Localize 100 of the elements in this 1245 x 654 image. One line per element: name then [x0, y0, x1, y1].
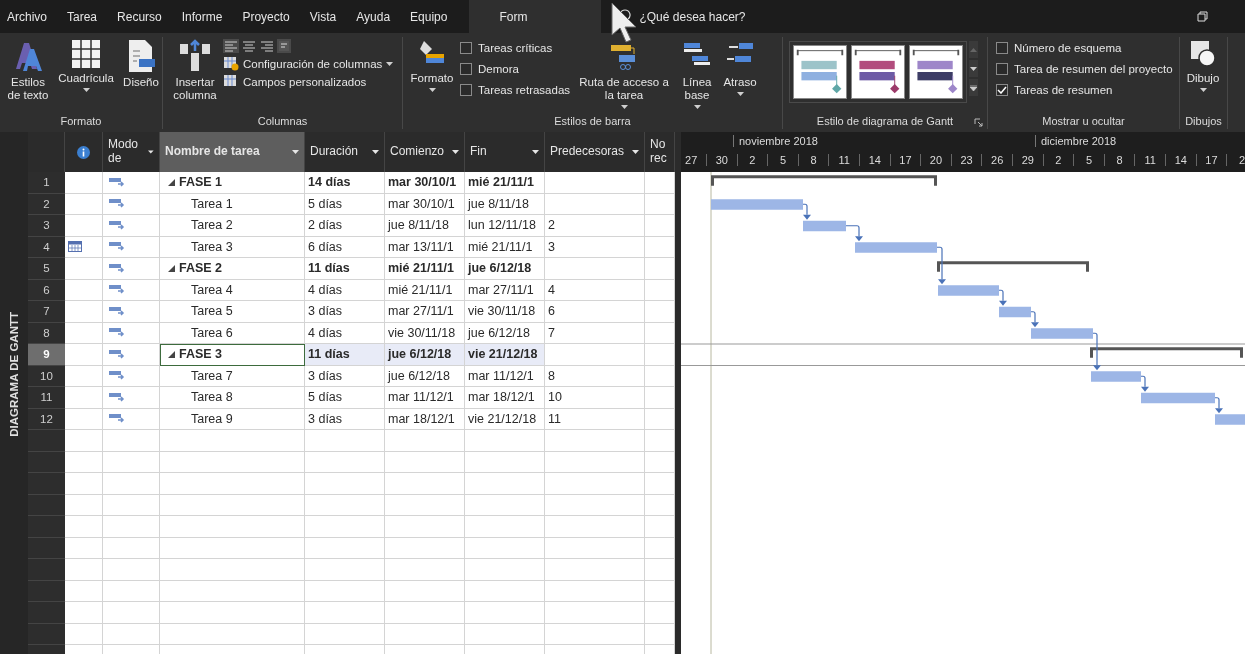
- collapse-icon[interactable]: [168, 178, 175, 186]
- start-date-cell: mar 30/10/1: [385, 172, 465, 194]
- ribbon-button[interactable]: Cuadrícula: [55, 37, 117, 95]
- timeline-day: 2: [1226, 154, 1245, 166]
- ribbon-button[interactable]: Diseño: [119, 37, 163, 92]
- task-row[interactable]: 11 Tarea 8 5 días mar 11/12/1 mar 18/12/1 10: [28, 387, 675, 409]
- row-number: 1: [28, 172, 65, 194]
- row-number: 7: [28, 301, 65, 323]
- task-row[interactable]: 4 Tarea 3 6 días mar 13/11/1 mié 21/11/1 3: [28, 236, 675, 258]
- task-name: Tarea 1: [190, 196, 233, 211]
- ribbon-button[interactable]: Configuración de columnas: [223, 56, 394, 71]
- timeline-day: 17: [889, 154, 921, 166]
- duration-cell: 2 días: [305, 215, 385, 237]
- task-row[interactable]: 1 FASE 1 14 días mar 30/10/1 mié 21/11/1: [28, 172, 675, 194]
- timeline-day: 8: [797, 154, 829, 166]
- task-mode-icon: [109, 176, 125, 188]
- table-cell[interactable]: FASE 3: [160, 344, 305, 366]
- checkbox[interactable]: [996, 42, 1008, 54]
- ribbon-tab[interactable]: Form: [469, 0, 602, 33]
- dependency-arrow: [998, 289, 1007, 306]
- checkbox-option[interactable]: Tareas retrasadas: [460, 81, 571, 99]
- checkbox[interactable]: [996, 84, 1008, 96]
- checkbox-option[interactable]: Demora: [460, 60, 571, 78]
- task-row[interactable]: 3 Tarea 2 2 días jue 8/11/18 lun 12/11/18 2: [28, 215, 675, 237]
- drawing-button[interactable]: Dibujo: [1184, 37, 1222, 95]
- column-settings-icon: [223, 56, 239, 71]
- align-left-icon[interactable]: [223, 39, 239, 53]
- align-right-icon[interactable]: [259, 39, 275, 53]
- checkbox[interactable]: [460, 42, 472, 54]
- dialog-launcher-icon[interactable]: [974, 118, 983, 127]
- ribbon-tab[interactable]: Tarea: [57, 0, 108, 33]
- align-center-icon[interactable]: [241, 39, 257, 53]
- table-cell[interactable]: Tarea 5: [160, 301, 305, 323]
- timeline-day: 5: [1073, 154, 1104, 166]
- gantt-style-thumbnail[interactable]: [909, 45, 963, 99]
- column-title: Duración: [310, 145, 359, 159]
- task-name: Tarea 3: [190, 239, 233, 254]
- task-mode-icon: [109, 262, 125, 274]
- ribbon-tab[interactable]: Vista: [299, 0, 347, 33]
- table-cell: [65, 172, 103, 194]
- gantt-style-thumbnail[interactable]: [793, 45, 847, 99]
- task-row[interactable]: 10 Tarea 7 3 días jue 6/12/18 mar 11/12/1 8: [28, 365, 675, 387]
- dependency-arrow: [802, 203, 811, 220]
- ribbon-tab[interactable]: Archivo: [0, 0, 57, 33]
- task-row[interactable]: 9 FASE 3 11 días jue 6/12/18 vie 21/12/18: [28, 344, 675, 366]
- table-icon: [223, 74, 239, 89]
- layout-icon: [126, 39, 156, 73]
- row-number: 8: [28, 322, 65, 344]
- row-number: 4: [28, 236, 65, 258]
- ribbon-button[interactable]: Estilos de texto: [3, 37, 53, 105]
- restore-window-icon[interactable]: [1197, 11, 1208, 22]
- table-cell[interactable]: Tarea 2: [160, 215, 305, 237]
- insert-column-button[interactable]: Insertar columna: [171, 37, 219, 105]
- ribbon-tab[interactable]: Recurso: [107, 0, 172, 33]
- ribbon-button[interactable]: Ruta de acceso a la tarea: [575, 37, 674, 112]
- table-cell[interactable]: FASE 2: [160, 258, 305, 280]
- timeline-day: 14: [859, 154, 890, 166]
- task-name: Tarea 4: [190, 282, 233, 297]
- task-mode-icon: [109, 327, 125, 339]
- timeline-month: noviembre 2018: [733, 135, 818, 147]
- summary-bracket[interactable]: [1090, 347, 1243, 358]
- checkbox-option[interactable]: Tareas de resumen: [996, 81, 1173, 99]
- task-row[interactable]: 6 Tarea 4 4 días mié 21/11/1 mar 27/11/1 4: [28, 279, 675, 301]
- ribbon-button[interactable]: Línea base: [678, 37, 717, 112]
- ribbon-button[interactable]: Campos personalizados: [223, 74, 394, 89]
- gallery-scroll-icon[interactable]: [969, 60, 978, 77]
- ribbon-button[interactable]: Atraso: [721, 37, 760, 99]
- table-cell[interactable]: FASE 1: [160, 172, 305, 194]
- task-row[interactable]: 2 Tarea 1 5 días mar 30/10/1 jue 8/11/18: [28, 193, 675, 215]
- timeline-day: 27: [681, 154, 706, 166]
- collapse-icon[interactable]: [168, 350, 175, 358]
- collapse-icon[interactable]: [168, 264, 175, 272]
- checkbox-option[interactable]: Número de esquema: [996, 39, 1173, 57]
- predecessors-cell: 10: [545, 387, 645, 409]
- checkbox[interactable]: [460, 63, 472, 75]
- task-row[interactable]: 7 Tarea 5 3 días mar 27/11/1 vie 30/11/18 6: [28, 301, 675, 323]
- checkbox-option[interactable]: Tareas críticas: [460, 39, 571, 57]
- checkbox[interactable]: [460, 84, 472, 96]
- ribbon-tab[interactable]: Equipo: [400, 0, 458, 33]
- checkbox-option[interactable]: Tarea de resumen del proyecto: [996, 60, 1173, 78]
- column-header[interactable]: Nombre de tarea: [160, 132, 305, 172]
- ribbon-tab[interactable]: Informe: [171, 0, 233, 33]
- row-number: 11: [28, 387, 65, 409]
- table-cell[interactable]: Tarea 6: [160, 322, 305, 344]
- ribbon-tab[interactable]: Ayuda: [346, 0, 401, 33]
- summary-bracket[interactable]: [711, 175, 937, 186]
- task-row[interactable]: 8 Tarea 6 4 días vie 30/11/18 jue 6/12/18 7: [28, 322, 675, 344]
- gallery-more-icon[interactable]: [969, 79, 978, 96]
- wrap-text-icon[interactable]: [277, 39, 291, 53]
- dependency-arrow: [936, 246, 946, 285]
- task-row[interactable]: 5 FASE 2 11 días mié 21/11/1 jue 6/12/18: [28, 258, 675, 280]
- task-name: Tarea 7: [190, 368, 233, 383]
- task-row[interactable]: 12 Tarea 9 3 días mar 18/12/1 vie 21/12/18 11: [28, 408, 675, 430]
- duration-cell: 11 días: [305, 258, 385, 280]
- summary-bracket[interactable]: [937, 261, 1089, 272]
- table-cell[interactable]: Tarea 8: [160, 387, 305, 409]
- ribbon-tab[interactable]: Proyecto: [232, 0, 300, 33]
- format-button[interactable]: Formato: [409, 37, 455, 95]
- checkbox[interactable]: [996, 63, 1008, 75]
- gantt-style-thumbnail[interactable]: [851, 45, 905, 99]
